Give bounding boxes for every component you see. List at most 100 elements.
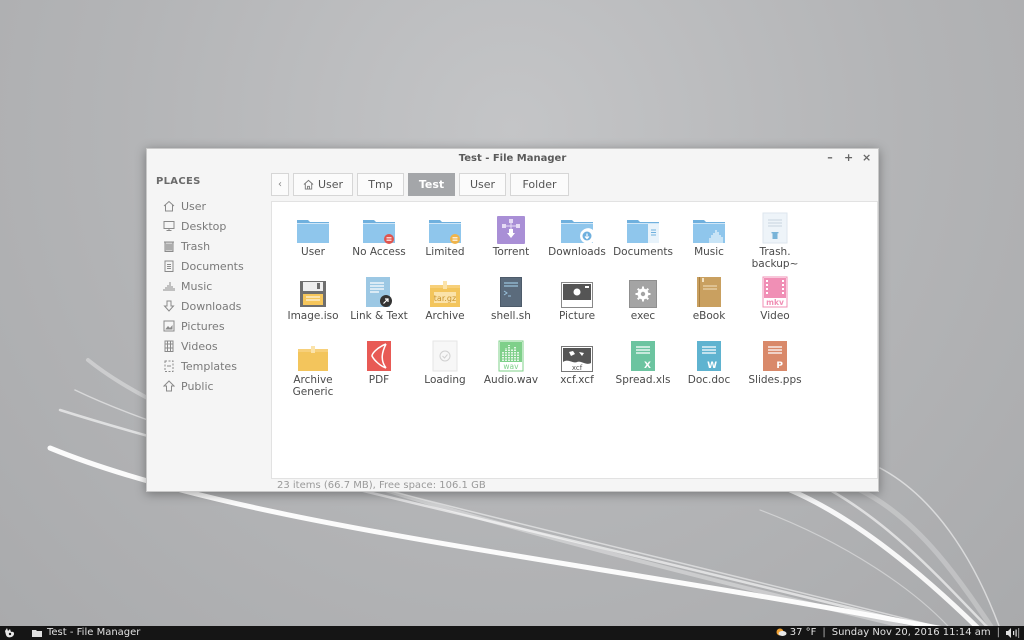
sidebar-item-downloads[interactable]: Downloads	[163, 296, 244, 316]
weather-widget[interactable]: 37 °F	[776, 627, 816, 638]
file-item[interactable]: User	[280, 212, 346, 276]
file-item[interactable]: Picture	[544, 276, 610, 340]
path-bar: ‹ User Tmp Test User Folder	[271, 173, 569, 196]
file-item[interactable]: Downloads	[544, 212, 610, 276]
file-view[interactable]: User No Access Limited Torrent Downloads …	[271, 201, 878, 479]
path-crumb-folder[interactable]: Folder	[510, 173, 569, 196]
file-item[interactable]: shell.sh	[478, 276, 544, 340]
file-item[interactable]: Link & Text	[346, 276, 412, 340]
file-item[interactable]: Limited	[412, 212, 478, 276]
documents-icon	[164, 260, 174, 272]
file-name: User	[301, 246, 325, 258]
places-list: User Desktop Trash Documents Music Downl…	[163, 196, 244, 396]
sidebar-item-user[interactable]: User	[163, 196, 244, 216]
svg-text:mkv: mkv	[766, 298, 784, 307]
taskbar-task-file-manager[interactable]: Test - File Manager	[32, 627, 140, 638]
document-icon: W	[691, 340, 727, 372]
path-crumb-user[interactable]: User	[293, 173, 353, 196]
separator: |	[996, 627, 1000, 638]
file-item[interactable]: P Slides.pps	[742, 340, 808, 404]
file-item[interactable]: Documents	[610, 212, 676, 276]
folder-downloads-icon	[559, 212, 595, 244]
sidebar-item-label: Videos	[181, 339, 218, 353]
sidebar-item-label: User	[181, 199, 207, 213]
path-crumb-user[interactable]: User	[459, 173, 506, 196]
path-crumb-tmp[interactable]: Tmp	[357, 173, 404, 196]
downloads-icon	[163, 300, 175, 312]
back-button[interactable]: ‹	[271, 173, 289, 196]
folder-limited-icon	[427, 212, 463, 244]
app-menu-icon[interactable]	[4, 627, 16, 639]
public-icon	[163, 380, 175, 392]
maximize-button[interactable]: +	[844, 152, 853, 164]
file-name: Link & Text	[350, 310, 408, 322]
sidebar-item-documents[interactable]: Documents	[163, 256, 244, 276]
file-name: Video	[760, 310, 790, 322]
file-item[interactable]: X Spread.xls	[610, 340, 676, 404]
templates-icon	[164, 360, 174, 372]
file-item[interactable]: PDF	[346, 340, 412, 404]
sidebar-item-public[interactable]: Public	[163, 376, 244, 396]
minimize-button[interactable]: –	[826, 152, 834, 164]
file-item[interactable]: mkv Video	[742, 276, 808, 340]
trash-icon	[164, 241, 174, 252]
svg-text:W: W	[707, 361, 717, 371]
weather-icon	[776, 628, 787, 636]
window-title: Test - File Manager	[458, 153, 567, 164]
file-item[interactable]: xcf xcf.xcf	[544, 340, 610, 404]
sidebar-item-videos[interactable]: Videos	[163, 336, 244, 356]
sidebar-item-desktop[interactable]: Desktop	[163, 216, 244, 236]
audio-icon: wav	[493, 340, 529, 372]
close-button[interactable]: ×	[862, 152, 871, 164]
path-crumb-test[interactable]: Test	[408, 173, 455, 196]
svg-text:tar.gz: tar.gz	[434, 294, 456, 303]
sidebar-item-label: Trash	[181, 239, 211, 253]
ebook-icon	[691, 276, 727, 308]
file-item[interactable]: No Access	[346, 212, 412, 276]
file-item[interactable]: Archive Generic	[280, 340, 346, 404]
iso-icon	[295, 276, 331, 308]
video-icon: mkv	[757, 276, 793, 308]
svg-text:xcf: xcf	[572, 364, 583, 372]
places-heading: PLACES	[156, 176, 201, 187]
file-item[interactable]: Trash. backup~	[742, 212, 808, 276]
shell-icon	[493, 276, 529, 308]
file-item[interactable]: eBook	[676, 276, 742, 340]
videos-icon	[164, 340, 174, 352]
clock[interactable]: Sunday Nov 20, 2016 11:14 am	[832, 627, 991, 638]
file-name: Archive Generic	[292, 374, 334, 398]
file-item[interactable]: tar.gz Archive	[412, 276, 478, 340]
separator: |	[822, 627, 826, 638]
file-manager-window: Test - File Manager – + × PLACES User De…	[146, 148, 879, 492]
file-name: PDF	[368, 374, 390, 386]
file-item[interactable]: Music	[676, 212, 742, 276]
sidebar-item-pictures[interactable]: Pictures	[163, 316, 244, 336]
home-icon	[303, 179, 314, 190]
file-item[interactable]: Torrent	[478, 212, 544, 276]
file-name: exec	[630, 310, 656, 322]
file-name: Loading	[424, 374, 466, 386]
svg-text:wav: wav	[503, 362, 519, 371]
file-item[interactable]: Loading	[412, 340, 478, 404]
sidebar-item-music[interactable]: Music	[163, 276, 244, 296]
file-item[interactable]: exec	[610, 276, 676, 340]
presentation-icon: P	[757, 340, 793, 372]
file-item[interactable]: W Doc.doc	[676, 340, 742, 404]
file-name: Doc.doc	[687, 374, 731, 386]
loading-icon	[427, 340, 463, 372]
file-item[interactable]: Image.iso	[280, 276, 346, 340]
volume-icon[interactable]	[1006, 627, 1020, 638]
file-item[interactable]: wav Audio.wav	[478, 340, 544, 404]
archive-generic-icon	[295, 340, 331, 372]
sidebar-item-templates[interactable]: Templates	[163, 356, 244, 376]
file-name: No Access	[352, 246, 406, 258]
svg-text:P: P	[776, 361, 783, 371]
file-name: Documents	[613, 246, 673, 258]
file-name: Trash. backup~	[751, 246, 799, 270]
sidebar-item-trash[interactable]: Trash	[163, 236, 244, 256]
file-name: Slides.pps	[748, 374, 802, 386]
titlebar[interactable]: Test - File Manager – + ×	[147, 149, 878, 169]
desktop-icon	[163, 221, 175, 231]
sidebar-item-label: Desktop	[181, 219, 227, 233]
file-name: Archive	[425, 310, 465, 322]
